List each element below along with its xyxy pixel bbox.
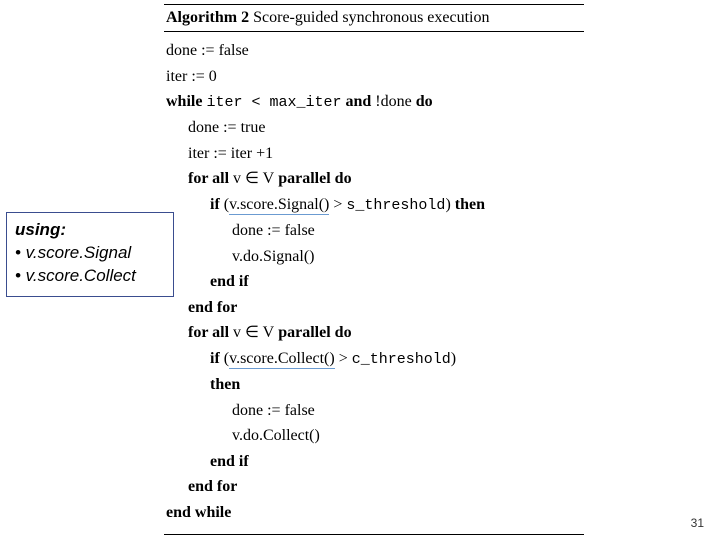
algo-line: done := true — [166, 115, 582, 141]
algorithm-body: done := false iter := 0 while iter < max… — [164, 32, 584, 535]
algo-line: v.do.Collect() — [166, 423, 582, 449]
algorithm-header: Algorithm 2 Score-guided synchronous exe… — [164, 4, 584, 32]
callout-item: • v.score.Signal — [15, 242, 165, 265]
algo-line: end if — [166, 449, 582, 475]
algo-line: done := false — [166, 218, 582, 244]
callout-item: • v.score.Collect — [15, 265, 165, 288]
algo-line: end while — [166, 500, 582, 526]
algo-line: while iter < max_iter and !done do — [166, 89, 582, 115]
callout-title: using: — [15, 219, 165, 242]
algo-line: if (v.score.Signal() > s_threshold) then — [166, 192, 582, 218]
page-number: 31 — [691, 516, 704, 530]
algo-line: end if — [166, 269, 582, 295]
algorithm-label: Algorithm 2 — [166, 9, 249, 26]
algo-line: done := false — [166, 398, 582, 424]
algo-line: for all v ∈ V parallel do — [166, 166, 582, 192]
callout-box: using: • v.score.Signal • v.score.Collec… — [6, 212, 174, 297]
algo-line: iter := 0 — [166, 64, 582, 90]
algo-line: end for — [166, 295, 582, 321]
algo-line: done := false — [166, 38, 582, 64]
algo-line: then — [166, 372, 582, 398]
algo-line: if (v.score.Collect() > c_threshold) — [166, 346, 582, 372]
score-signal-call: v.score.Signal() — [229, 196, 329, 215]
algorithm-title: Score-guided synchronous execution — [253, 9, 489, 26]
algo-line: v.do.Signal() — [166, 244, 582, 270]
algorithm-block: Algorithm 2 Score-guided synchronous exe… — [164, 4, 584, 535]
score-collect-call: v.score.Collect() — [229, 350, 335, 369]
algo-line: end for — [166, 474, 582, 500]
algo-line: iter := iter +1 — [166, 141, 582, 167]
algo-line: for all v ∈ V parallel do — [166, 320, 582, 346]
